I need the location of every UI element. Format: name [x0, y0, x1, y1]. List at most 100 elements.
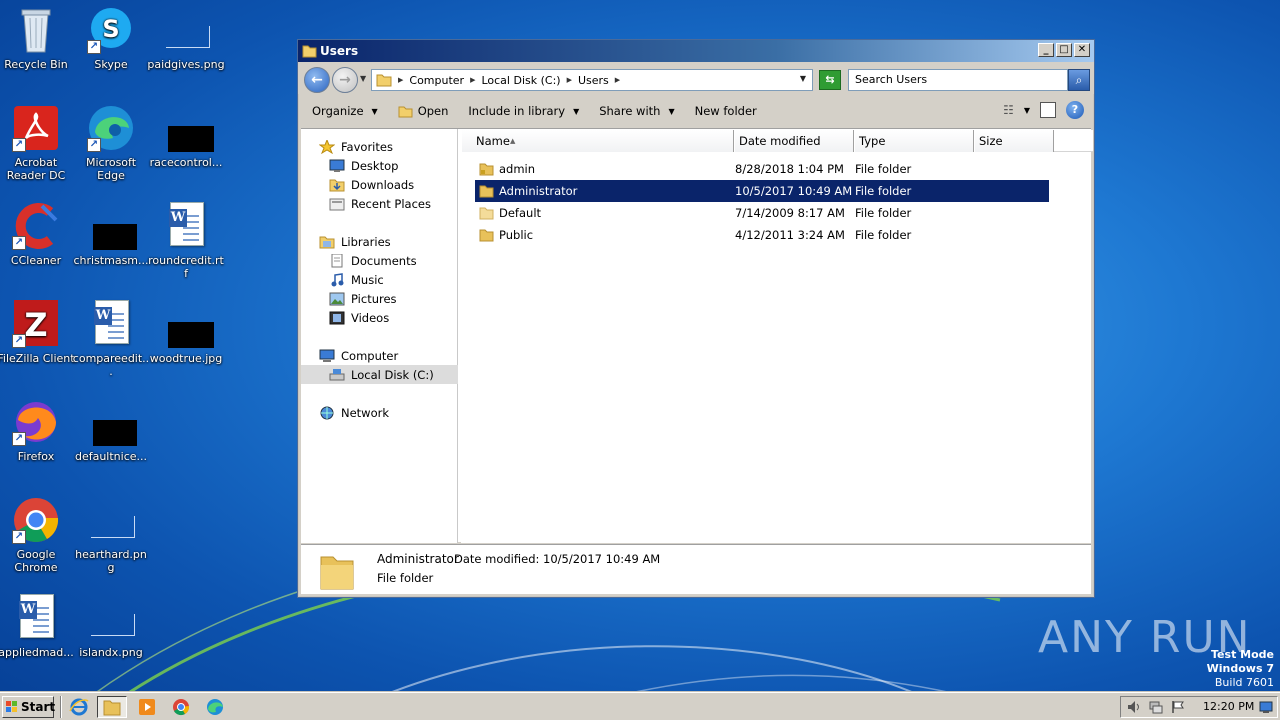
desktop-icon-recycle-bin[interactable]: Recycle Bin	[0, 6, 75, 71]
file-type: File folder	[855, 228, 912, 242]
refresh-button[interactable]: ⇆	[819, 70, 841, 90]
internet-explorer-icon[interactable]	[68, 697, 90, 717]
share-with-button[interactable]: Share with ▼	[599, 104, 674, 118]
nav-local-disk[interactable]: Local Disk (C:)	[301, 365, 458, 384]
help-icon[interactable]: ?	[1066, 101, 1084, 119]
search-input[interactable]: Search Users	[848, 69, 1068, 91]
column-header-size[interactable]: Size	[974, 130, 1054, 152]
network-tray-icon[interactable]	[1149, 700, 1163, 714]
drive-icon	[329, 368, 345, 382]
desktop-icon-label: Recycle Bin	[4, 58, 68, 71]
desktop-icon-defaultnice[interactable]: defaultnice...	[72, 398, 150, 463]
window-titlebar[interactable]: Users _ □ ✕	[298, 40, 1094, 62]
breadcrumb-arrow-icon[interactable]: ▶	[567, 76, 572, 84]
desktop-icon-compareedit[interactable]: W compareedit...	[72, 300, 150, 378]
breadcrumb-users[interactable]: Users	[578, 74, 609, 87]
desktop-icon-edge[interactable]: ↗ Microsoft Edge	[72, 104, 150, 182]
file-name: Administrator	[499, 184, 578, 198]
dropdown-arrow-icon: ▼	[371, 106, 378, 116]
nav-music[interactable]: Music	[301, 270, 458, 289]
details-date: Date modified: 10/5/2017 10:49 AM	[454, 552, 661, 566]
breadcrumb-arrow-icon[interactable]: ▶	[398, 76, 403, 84]
desktop-icon-chrome[interactable]: ↗ Google Chrome	[0, 496, 75, 574]
desktop-icon-racecontrol[interactable]: racecontrol...	[147, 104, 225, 169]
desktop-icon-skype[interactable]: S ↗ Skype	[72, 6, 150, 71]
desktop-icon-appliedmad[interactable]: W appliedmad...	[0, 594, 75, 659]
view-dropdown-icon[interactable]: ▼	[1024, 106, 1030, 115]
organize-button[interactable]: Organize ▼	[312, 104, 378, 118]
details-type: File folder	[377, 571, 434, 585]
change-view-icon[interactable]: ☷	[1003, 103, 1014, 117]
nav-recent-places[interactable]: Recent Places	[301, 194, 458, 213]
nav-label: Recent Places	[351, 196, 431, 211]
image-file-icon	[162, 6, 210, 54]
column-header-type[interactable]: Type	[854, 130, 974, 152]
volume-icon[interactable]	[1127, 700, 1141, 714]
chrome-icon[interactable]	[170, 697, 192, 717]
svg-text:Z: Z	[24, 306, 47, 344]
nav-computer[interactable]: Computer	[301, 346, 458, 365]
desktop-icon-filezilla[interactable]: Z ↗ FileZilla Client	[0, 300, 75, 365]
edge-icon[interactable]	[204, 697, 226, 717]
nav-favorites[interactable]: Favorites	[301, 137, 458, 156]
maximize-button[interactable]: □	[1056, 43, 1072, 57]
file-name: Public	[499, 228, 534, 242]
explorer-taskbar-button[interactable]	[97, 696, 127, 718]
watermark-line: Test Mode	[1211, 648, 1274, 661]
start-button[interactable]: Start	[2, 696, 55, 718]
recent-pages-dropdown-icon[interactable]: ▼	[360, 74, 366, 83]
column-header-name[interactable]: Name ▲	[461, 130, 734, 152]
file-type: File folder	[855, 206, 912, 220]
forward-button[interactable]: →	[332, 67, 358, 93]
close-button[interactable]: ✕	[1074, 43, 1090, 57]
search-icon[interactable]: ⌕	[1068, 69, 1090, 91]
clock[interactable]: 12:20 PM	[1203, 697, 1254, 717]
window-title: Users	[320, 44, 359, 58]
acrobat-icon: ↗	[12, 104, 60, 152]
downloads-icon	[329, 178, 345, 192]
table-row[interactable]: Default 7/14/2009 8:17 AM File folder	[475, 202, 1049, 224]
action-center-flag-icon[interactable]	[1171, 700, 1185, 714]
column-header-date-modified[interactable]: Date modified	[734, 130, 854, 152]
nav-videos[interactable]: Videos	[301, 308, 458, 327]
show-desktop-icon[interactable]	[1259, 700, 1273, 714]
desktop-icon-label: appliedmad...	[0, 646, 74, 659]
desktop-icon-label: woodtrue.jpg	[149, 352, 223, 365]
table-row[interactable]: Administrator 10/5/2017 10:49 AM File fo…	[475, 180, 1049, 202]
nav-pictures[interactable]: Pictures	[301, 289, 458, 308]
minimize-button[interactable]: _	[1038, 43, 1054, 57]
preview-pane-icon[interactable]	[1040, 102, 1056, 118]
nav-libraries[interactable]: Libraries	[301, 232, 458, 251]
desktop-icon-islandx[interactable]: islandx.png	[72, 594, 150, 659]
nav-network[interactable]: Network	[301, 403, 458, 422]
nav-desktop[interactable]: Desktop	[301, 156, 458, 175]
include-in-library-button[interactable]: Include in library ▼	[468, 104, 579, 118]
desktop-icon-label: Microsoft Edge	[85, 156, 137, 182]
pictures-icon	[329, 292, 345, 306]
table-row[interactable]: Public 4/12/2011 3:24 AM File folder	[475, 224, 1049, 246]
desktop-icon-label: FileZilla Client	[0, 352, 75, 365]
column-header-label: Name	[476, 134, 510, 148]
address-bar[interactable]: ▶ Computer ▶ Local Disk (C:) ▶ Users ▶ ▼	[371, 69, 813, 91]
breadcrumb-arrow-icon[interactable]: ▶	[615, 76, 620, 84]
desktop-icon-hearthard[interactable]: hearthard.png	[72, 496, 150, 574]
desktop-icon-acrobat[interactable]: ↗ Acrobat Reader DC	[0, 104, 75, 182]
system-tray: 12:20 PM	[1120, 696, 1278, 718]
table-row[interactable]: admin 8/28/2018 1:04 PM File folder	[475, 158, 1049, 180]
breadcrumb-computer[interactable]: Computer	[409, 74, 464, 87]
desktop-icon-christmasm[interactable]: christmasm...	[72, 202, 150, 267]
new-folder-button[interactable]: New folder	[695, 104, 757, 118]
media-player-icon[interactable]	[136, 697, 158, 717]
desktop-icon-firefox[interactable]: ↗ Firefox	[0, 398, 75, 463]
breadcrumb-arrow-icon[interactable]: ▶	[470, 76, 475, 84]
breadcrumb-local-disk[interactable]: Local Disk (C:)	[481, 74, 560, 87]
back-button[interactable]: ←	[304, 67, 330, 93]
desktop-icon-roundcredit[interactable]: W roundcredit.rtf	[147, 202, 225, 280]
open-button[interactable]: Open	[398, 104, 448, 118]
desktop-icon-paidgives[interactable]: paidgives.png	[147, 6, 225, 71]
nav-documents[interactable]: Documents	[301, 251, 458, 270]
desktop-icon-ccleaner[interactable]: ↗ CCleaner	[0, 202, 75, 267]
desktop-icon-woodtrue[interactable]: woodtrue.jpg	[147, 300, 225, 365]
nav-downloads[interactable]: Downloads	[301, 175, 458, 194]
address-dropdown-icon[interactable]: ▼	[800, 74, 806, 83]
